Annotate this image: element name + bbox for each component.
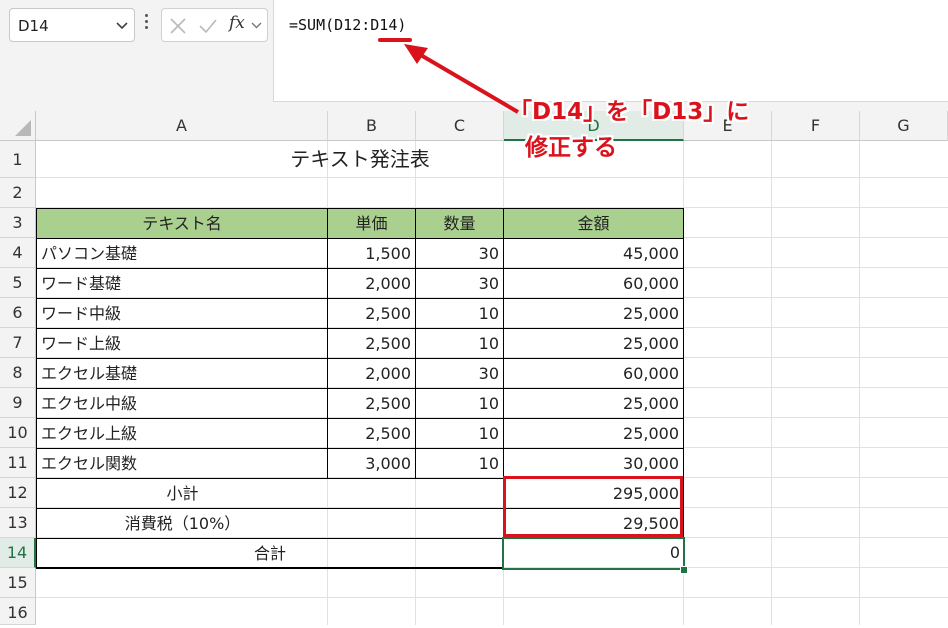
annotation-line-1: 「D14」を「D13」に bbox=[509, 99, 750, 125]
annotation-line-2: 修正する bbox=[525, 135, 617, 161]
callout-arrow bbox=[404, 44, 520, 114]
